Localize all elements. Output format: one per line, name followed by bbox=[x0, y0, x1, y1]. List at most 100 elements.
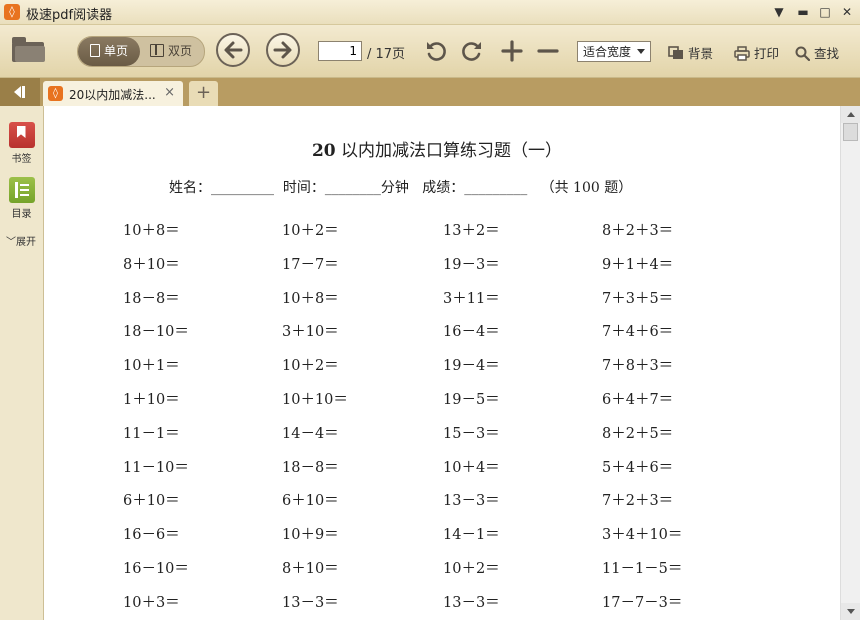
rotate-right-icon bbox=[462, 42, 481, 61]
problem-item: 6＋10＝ bbox=[282, 493, 339, 509]
problem-item: 18－8＝ bbox=[123, 291, 180, 307]
collapse-sidebar-button[interactable] bbox=[0, 78, 40, 106]
problem-item: 8＋10＝ bbox=[282, 561, 339, 577]
problem-item: 19－3＝ bbox=[443, 257, 500, 273]
minus-icon bbox=[537, 49, 559, 53]
find-button[interactable]: 查找 bbox=[795, 43, 839, 64]
left-sidebar: 书签 目录 ﹀展开 bbox=[0, 106, 44, 620]
problem-item: 5＋4＋6＝ bbox=[602, 460, 674, 476]
problem-item: 9＋1＋4＝ bbox=[602, 257, 674, 273]
problem-item: 3＋11＝ bbox=[443, 291, 500, 307]
window-title: 极速pdf阅读器 bbox=[26, 8, 113, 23]
problem-item: 17－7＝ bbox=[282, 257, 339, 273]
close-button[interactable]: ✕ bbox=[838, 3, 856, 21]
toolbar: 单页 双页 / 17页 bbox=[0, 25, 860, 78]
table-of-contents-icon bbox=[8, 177, 35, 203]
problem-item: 13－3＝ bbox=[443, 493, 500, 509]
menu-dropdown-button[interactable]: ▼ bbox=[770, 3, 788, 21]
arrow-left-icon bbox=[224, 41, 243, 59]
problem-item: 16－6＝ bbox=[123, 527, 180, 543]
problem-item: 19－5＝ bbox=[443, 392, 500, 408]
problem-item: 10＋9＝ bbox=[282, 527, 339, 543]
problem-item: 10＋2＝ bbox=[443, 561, 500, 577]
search-icon bbox=[795, 46, 811, 64]
document-title: 20 以内加减法口算练习题（一） bbox=[311, 141, 563, 161]
pdf-document-icon: ◊ bbox=[48, 86, 63, 101]
zoom-select[interactable]: 适合宽度 bbox=[577, 41, 651, 62]
document-tab[interactable]: ◊ 20以内加减法... × bbox=[43, 81, 183, 106]
problem-item: 10＋1＝ bbox=[123, 358, 180, 374]
problem-item: 11－10＝ bbox=[123, 460, 189, 476]
problem-item: 14－4＝ bbox=[282, 426, 339, 442]
problem-item: 16－10＝ bbox=[123, 561, 189, 577]
problem-item: 10＋8＝ bbox=[282, 291, 339, 307]
page-number-input[interactable] bbox=[318, 41, 362, 61]
chevron-down-icon bbox=[637, 49, 645, 54]
chevron-down-icon: ﹀ bbox=[6, 237, 16, 248]
close-tab-icon[interactable]: × bbox=[164, 85, 175, 100]
problem-item: 8＋2＋5＝ bbox=[602, 426, 674, 442]
problem-item: 11－1＝ bbox=[123, 426, 180, 442]
problem-item: 6＋10＝ bbox=[123, 493, 180, 509]
problem-item: 10＋2＝ bbox=[282, 358, 339, 374]
problem-item: 14－1＝ bbox=[443, 527, 500, 543]
double-page-icon bbox=[150, 44, 164, 57]
new-tab-button[interactable]: + bbox=[189, 81, 218, 106]
open-folder-button[interactable] bbox=[12, 35, 46, 63]
title-bar: ◊ 极速pdf阅读器 ▼ ▬ □ ✕ bbox=[0, 0, 860, 25]
tab-bar: ◊ 20以内加减法... × + bbox=[0, 78, 860, 106]
minimize-button[interactable]: ▬ bbox=[794, 3, 812, 21]
scroll-down-arrow-icon[interactable] bbox=[841, 603, 860, 620]
app-logo-icon: ◊ bbox=[4, 4, 20, 20]
collapse-arrow-icon bbox=[14, 86, 25, 98]
document-tab-label: 20以内加减法... bbox=[69, 88, 156, 102]
background-icon bbox=[668, 46, 684, 63]
problem-item: 15－3＝ bbox=[443, 426, 500, 442]
next-page-button[interactable] bbox=[266, 33, 300, 67]
printer-icon bbox=[734, 45, 750, 64]
problem-item: 7＋8＋3＝ bbox=[602, 358, 674, 374]
bookmarks-button[interactable]: 书签 bbox=[0, 122, 43, 165]
maximize-button[interactable]: □ bbox=[816, 3, 834, 21]
problem-item: 6＋4＋7＝ bbox=[602, 392, 674, 408]
problem-item: 10＋8＝ bbox=[123, 223, 180, 239]
vertical-scrollbar[interactable] bbox=[840, 106, 860, 620]
previous-page-button[interactable] bbox=[216, 33, 250, 67]
expand-button[interactable]: ﹀展开 bbox=[6, 233, 36, 248]
problem-item: 10＋10＝ bbox=[282, 392, 348, 408]
rotate-left-icon bbox=[427, 42, 446, 61]
problem-item: 8＋10＝ bbox=[123, 257, 180, 273]
problem-item: 13－3＝ bbox=[443, 595, 500, 611]
problem-item: 3＋10＝ bbox=[282, 324, 339, 340]
problem-item: 1＋10＝ bbox=[123, 392, 180, 408]
page-view-toggle: 单页 双页 bbox=[77, 36, 205, 67]
document-subtitle: 姓名：_________ 时间：________分钟 成绩：_________ … bbox=[169, 180, 633, 196]
single-page-icon bbox=[90, 44, 100, 57]
problem-item: 10＋3＝ bbox=[123, 595, 180, 611]
zoom-out-button[interactable] bbox=[536, 39, 560, 63]
zoom-in-button[interactable] bbox=[500, 39, 524, 63]
page-total-label: / 17页 bbox=[367, 47, 406, 62]
problem-item: 7＋2＋3＝ bbox=[602, 493, 674, 509]
problem-item: 7＋4＋6＝ bbox=[602, 324, 674, 340]
problem-item: 16－4＝ bbox=[443, 324, 500, 340]
double-page-button[interactable]: 双页 bbox=[142, 37, 204, 66]
problem-item: 13－3＝ bbox=[282, 595, 339, 611]
rotate-left-button[interactable] bbox=[424, 39, 448, 63]
problem-item: 10＋4＝ bbox=[443, 460, 500, 476]
scroll-up-arrow-icon[interactable] bbox=[841, 106, 860, 123]
problem-item: 10＋2＝ bbox=[282, 223, 339, 239]
scrollbar-thumb[interactable] bbox=[843, 123, 858, 141]
problem-item: 8＋2＋3＝ bbox=[602, 223, 674, 239]
problem-item: 19－4＝ bbox=[443, 358, 500, 374]
problem-item: 18－8＝ bbox=[282, 460, 339, 476]
print-button[interactable]: 打印 bbox=[734, 43, 779, 64]
problem-item: 3＋4＋10＝ bbox=[602, 527, 683, 543]
problem-item: 13＋2＝ bbox=[443, 223, 500, 239]
single-page-button[interactable]: 单页 bbox=[78, 37, 140, 66]
rotate-right-button[interactable] bbox=[460, 39, 484, 63]
background-button[interactable]: 背景 bbox=[668, 43, 713, 63]
table-of-contents-button[interactable]: 目录 bbox=[0, 177, 43, 220]
problem-item: 7＋3＋5＝ bbox=[602, 291, 674, 307]
problem-item: 17－7－3＝ bbox=[602, 595, 683, 611]
